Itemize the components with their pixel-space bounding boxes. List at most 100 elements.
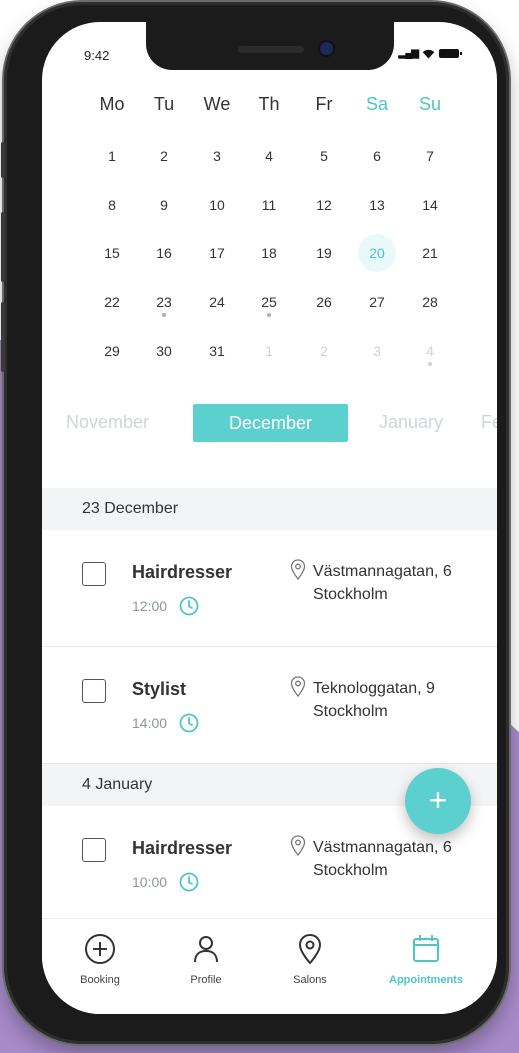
day-cell[interactable]: 15 — [86, 245, 138, 261]
day-cell[interactable]: 27 — [351, 294, 403, 310]
address-street: Västmannagatan, 6 — [313, 839, 452, 856]
day-cell[interactable]: 3 — [191, 148, 243, 164]
weekday-we: We — [203, 94, 231, 114]
weekday-fr: Fr — [315, 94, 333, 114]
day-cell-next-month[interactable]: 1 — [243, 343, 295, 359]
address-city: Stockholm — [313, 862, 388, 879]
day-cell[interactable]: 12 — [298, 197, 350, 213]
tab-booking[interactable]: Booking — [60, 933, 140, 986]
day-cell-selected[interactable]: 20 — [351, 245, 403, 261]
appointment-checkbox[interactable] — [82, 562, 106, 586]
day-cell[interactable]: 5 — [298, 148, 350, 164]
day-cell[interactable]: 29 — [86, 343, 138, 359]
appointment-checkbox[interactable] — [82, 838, 106, 862]
appointment-item[interactable]: Hairdresser 12:00 Västmannagatan, 6 Stoc… — [42, 530, 497, 647]
day-cell[interactable]: 9 — [138, 197, 190, 213]
battery-icon — [439, 49, 462, 58]
front-camera — [320, 42, 333, 55]
day-cell[interactable]: 16 — [138, 245, 190, 261]
day-cell-next-month[interactable]: 4 — [404, 343, 456, 359]
tab-salons[interactable]: Salons — [270, 933, 350, 986]
tab-label: Salons — [293, 974, 327, 986]
day-cell[interactable]: 14 — [404, 197, 456, 213]
status-time: 9:42 — [84, 48, 110, 63]
day-cell-next-month[interactable]: 3 — [351, 343, 403, 359]
tab-profile[interactable]: Profile — [166, 933, 246, 986]
day-cell[interactable]: 19 — [298, 245, 350, 261]
appointment-service: Hairdresser — [132, 562, 233, 582]
app-screen: 9:42 ▂▄▆ Mo Tu We Th Fr Sa Su 1 2 3 4 5 — [42, 22, 497, 1014]
month-current[interactable]: December — [193, 404, 349, 442]
notch — [146, 22, 394, 70]
location-pin-icon — [298, 933, 322, 965]
weekday-tu: Tu — [153, 94, 175, 114]
day-cell[interactable]: 22 — [86, 294, 138, 310]
day-cell[interactable]: 31 — [191, 343, 243, 359]
day-cell[interactable]: 30 — [138, 343, 190, 359]
weekday-mo: Mo — [99, 94, 125, 114]
appointment-checkbox[interactable] — [82, 679, 106, 703]
month-selector: November December January Fe — [42, 404, 497, 444]
day-cell[interactable]: 2 — [138, 148, 190, 164]
plus-circle-icon — [85, 934, 115, 964]
clock-icon — [179, 596, 199, 616]
appointment-address: Västmannagatan, 6 Stockholm — [313, 560, 452, 606]
day-cell[interactable]: 11 — [243, 197, 295, 213]
appointment-time: 12:00 — [132, 598, 168, 614]
bottom-tab-bar: Booking Profile Salons Appointments — [42, 918, 497, 1014]
week-row-2: 8 9 10 11 12 13 14 — [42, 197, 497, 227]
day-cell-next-month[interactable]: 2 — [298, 343, 350, 359]
event-dot — [162, 313, 166, 317]
tab-label: Booking — [80, 974, 120, 986]
appointment-time: 14:00 — [132, 715, 168, 731]
day-cell[interactable]: 26 — [298, 294, 350, 310]
weekday-header: Mo Tu We Th Fr Sa Su — [42, 94, 497, 124]
week-row-1: 1 2 3 4 5 6 7 — [42, 148, 497, 178]
day-cell[interactable]: 23 — [138, 294, 190, 310]
address-city: Stockholm — [313, 586, 388, 603]
mute-switch — [1, 142, 5, 178]
week-row-3: 15 16 17 18 19 20 21 — [42, 234, 497, 275]
month-next-2[interactable]: Fe — [481, 412, 497, 433]
person-icon — [194, 936, 218, 963]
day-cell[interactable]: 18 — [243, 245, 295, 261]
date-section-header: 23 December — [42, 488, 497, 530]
appointment-address: Västmannagatan, 6 Stockholm — [313, 836, 452, 882]
appointment-service: Hairdresser — [132, 838, 233, 858]
month-next[interactable]: January — [379, 412, 443, 433]
signal-icon: ▂▄▆ — [398, 48, 419, 59]
tab-label: Profile — [190, 974, 222, 986]
address-street: Teknologgatan, 9 — [313, 680, 435, 697]
day-cell[interactable]: 21 — [404, 245, 456, 261]
volume-up-button — [1, 212, 5, 282]
week-row-4: 22 23 24 25 26 27 28 — [42, 294, 497, 324]
add-appointment-button[interactable]: + — [405, 768, 471, 834]
location-pin-icon — [290, 835, 306, 857]
appointment-item[interactable]: Stylist 14:00 Teknologgatan, 9 Stockholm — [42, 647, 497, 764]
day-cell[interactable]: 10 — [191, 197, 243, 213]
day-cell[interactable]: 17 — [191, 245, 243, 261]
day-cell[interactable]: 13 — [351, 197, 403, 213]
volume-down-button — [1, 302, 5, 372]
clock-icon — [179, 713, 199, 733]
day-cell[interactable]: 8 — [86, 197, 138, 213]
wifi-icon — [422, 49, 435, 58]
day-cell[interactable]: 7 — [404, 148, 456, 164]
month-prev[interactable]: November — [66, 412, 149, 433]
day-cell[interactable]: 28 — [404, 294, 456, 310]
day-cell[interactable]: 24 — [191, 294, 243, 310]
day-cell[interactable]: 25 — [243, 294, 295, 310]
status-icons: ▂▄▆ — [398, 48, 462, 59]
appointment-address: Teknologgatan, 9 Stockholm — [313, 677, 435, 723]
day-cell[interactable]: 4 — [243, 148, 295, 164]
day-cell[interactable]: 6 — [351, 148, 403, 164]
phone-frame: 9:42 ▂▄▆ Mo Tu We Th Fr Sa Su 1 2 3 4 5 — [1, 2, 509, 1044]
tab-appointments[interactable]: Appointments — [386, 933, 466, 986]
clock-icon — [179, 872, 199, 892]
weekday-su: Su — [418, 94, 442, 114]
day-cell[interactable]: 1 — [86, 148, 138, 164]
address-city: Stockholm — [313, 703, 388, 720]
weekday-sa: Sa — [365, 94, 389, 114]
speaker — [238, 46, 304, 53]
address-street: Västmannagatan, 6 — [313, 563, 452, 580]
